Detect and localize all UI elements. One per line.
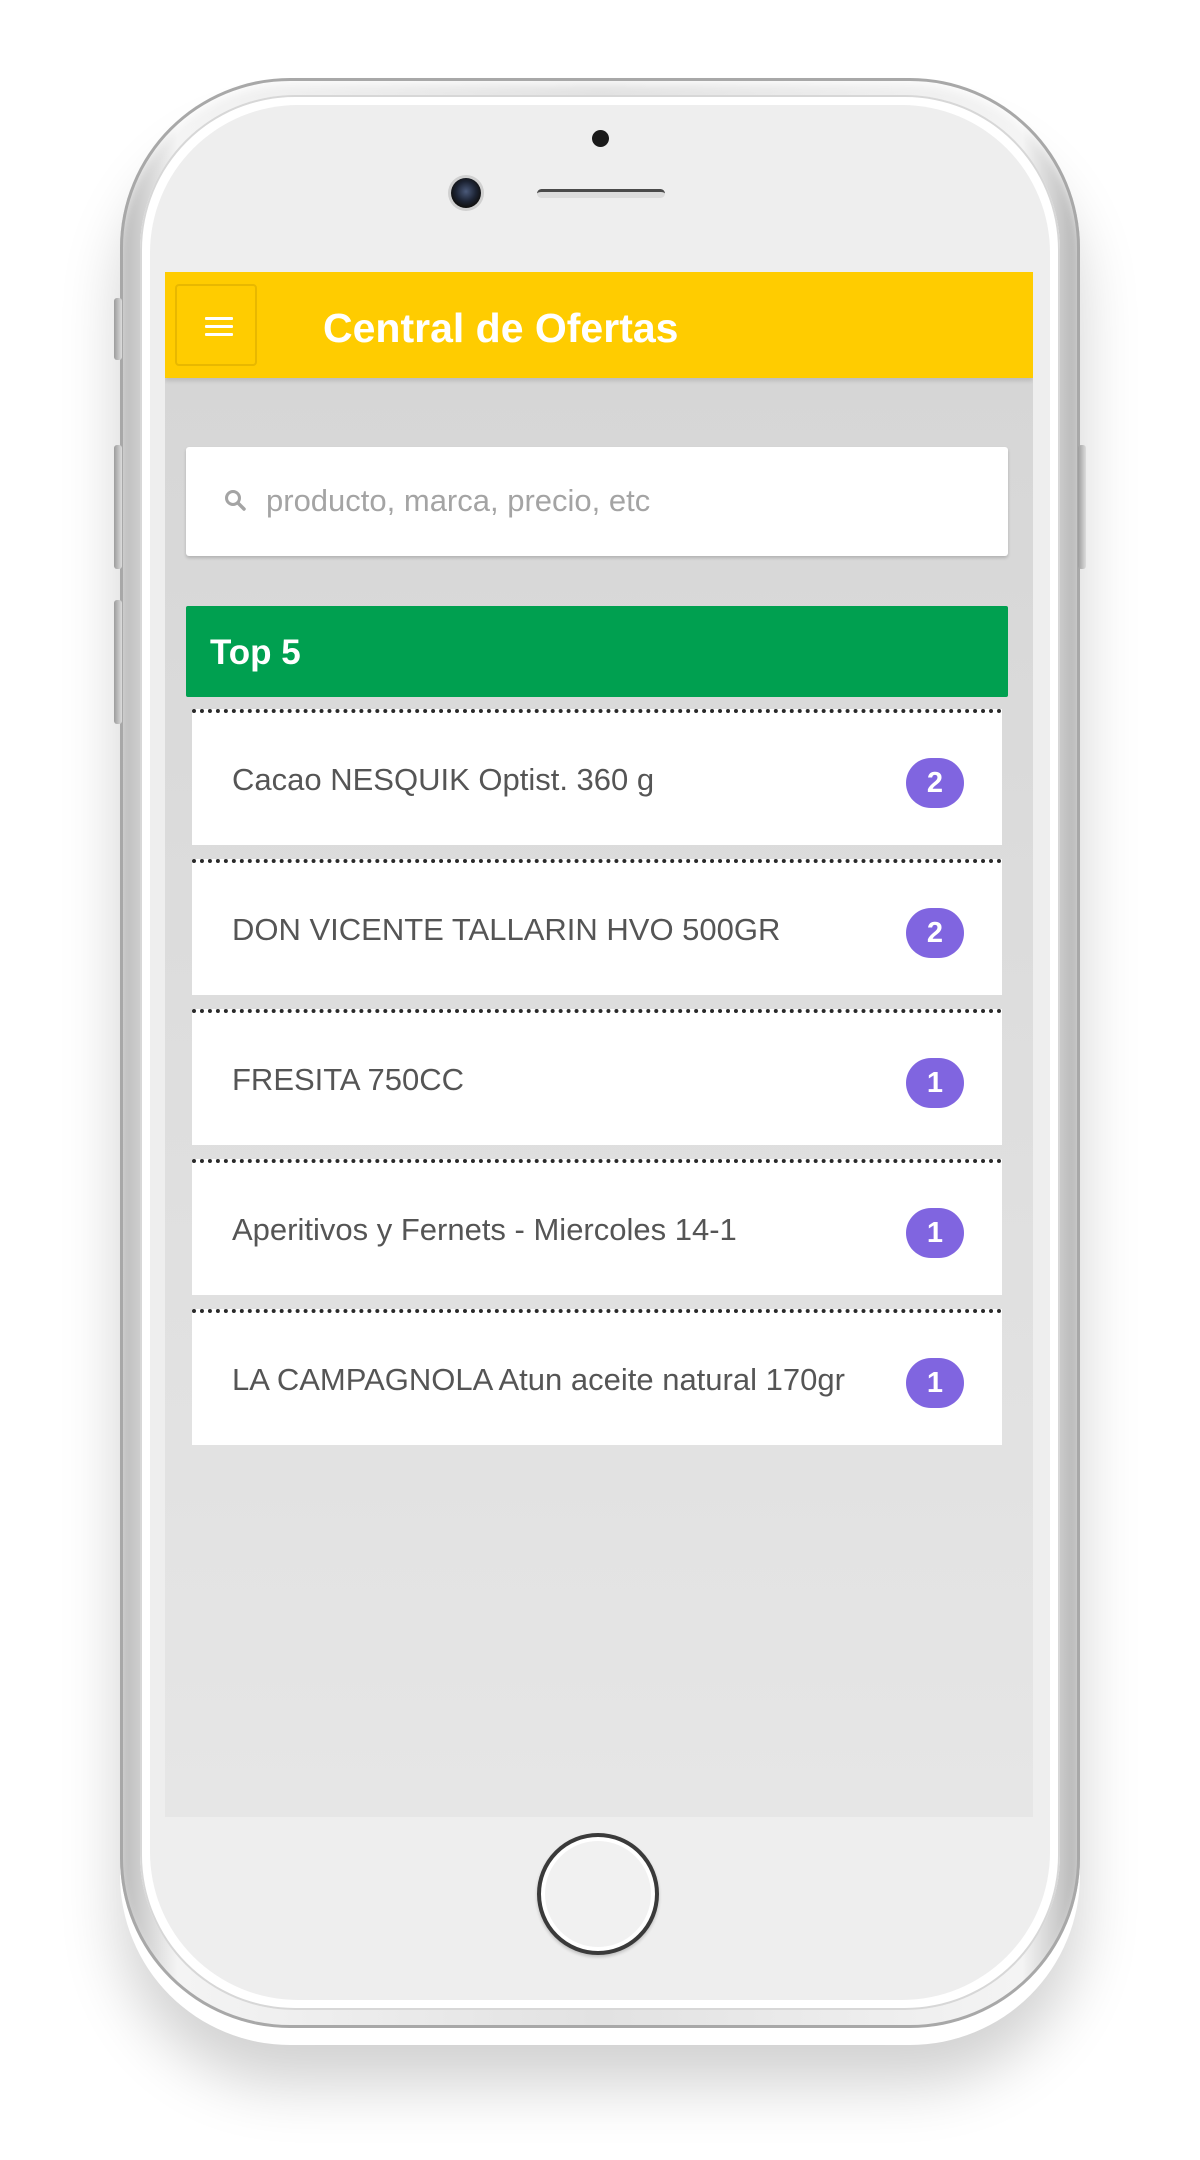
list-item-label: FRESITA 750CC [232,1062,465,1097]
count-badge: 1 [906,1208,964,1258]
count-badge: 1 [906,1358,964,1408]
app-header: Central de Ofertas [165,272,1033,378]
top-panel-title: Top 5 [210,633,301,672]
count-badge: 1 [906,1058,964,1108]
proximity-sensor [592,130,609,147]
list-item[interactable]: FRESITA 750CC 1 [192,1009,1002,1145]
top-panel-header: Top 5 [186,606,1008,697]
list-item[interactable]: LA CAMPAGNOLA Atun aceite natural 170gr … [192,1309,1002,1445]
earpiece-speaker [537,189,665,198]
home-button[interactable] [537,1833,659,1955]
search-input[interactable] [266,467,986,535]
count-badge: 2 [906,908,964,958]
list-item-label: DON VICENTE TALLARIN HVO 500GR [232,912,781,947]
front-camera [451,178,481,208]
hamburger-menu-icon [205,317,233,337]
list-item[interactable]: Cacao NESQUIK Optist. 360 g 2 [192,709,1002,845]
list-item-label: Aperitivos y Fernets - Miercoles 14-1 [232,1212,737,1247]
list-item[interactable]: DON VICENTE TALLARIN HVO 500GR 2 [192,859,1002,995]
top-offers-list: Cacao NESQUIK Optist. 360 g 2 DON VICENT… [192,709,1002,1459]
menu-button[interactable] [175,284,257,366]
device-mockup: Central de Ofertas Top 5 Cacao NESQUIK O… [0,0,1200,2160]
phone-mute-switch [114,298,122,360]
search-icon [225,490,246,511]
list-item[interactable]: Aperitivos y Fernets - Miercoles 14-1 1 [192,1159,1002,1295]
phone-power-button [1078,445,1086,569]
phone-volume-down-button [114,600,122,724]
app-screen: Central de Ofertas Top 5 Cacao NESQUIK O… [165,272,1033,1817]
search-bar[interactable] [186,447,1008,556]
list-item-label: Cacao NESQUIK Optist. 360 g [232,762,655,797]
app-title: Central de Ofertas [323,305,679,351]
phone-volume-up-button [114,445,122,569]
count-badge: 2 [906,758,964,808]
list-item-label: LA CAMPAGNOLA Atun aceite natural 170gr [232,1362,845,1397]
